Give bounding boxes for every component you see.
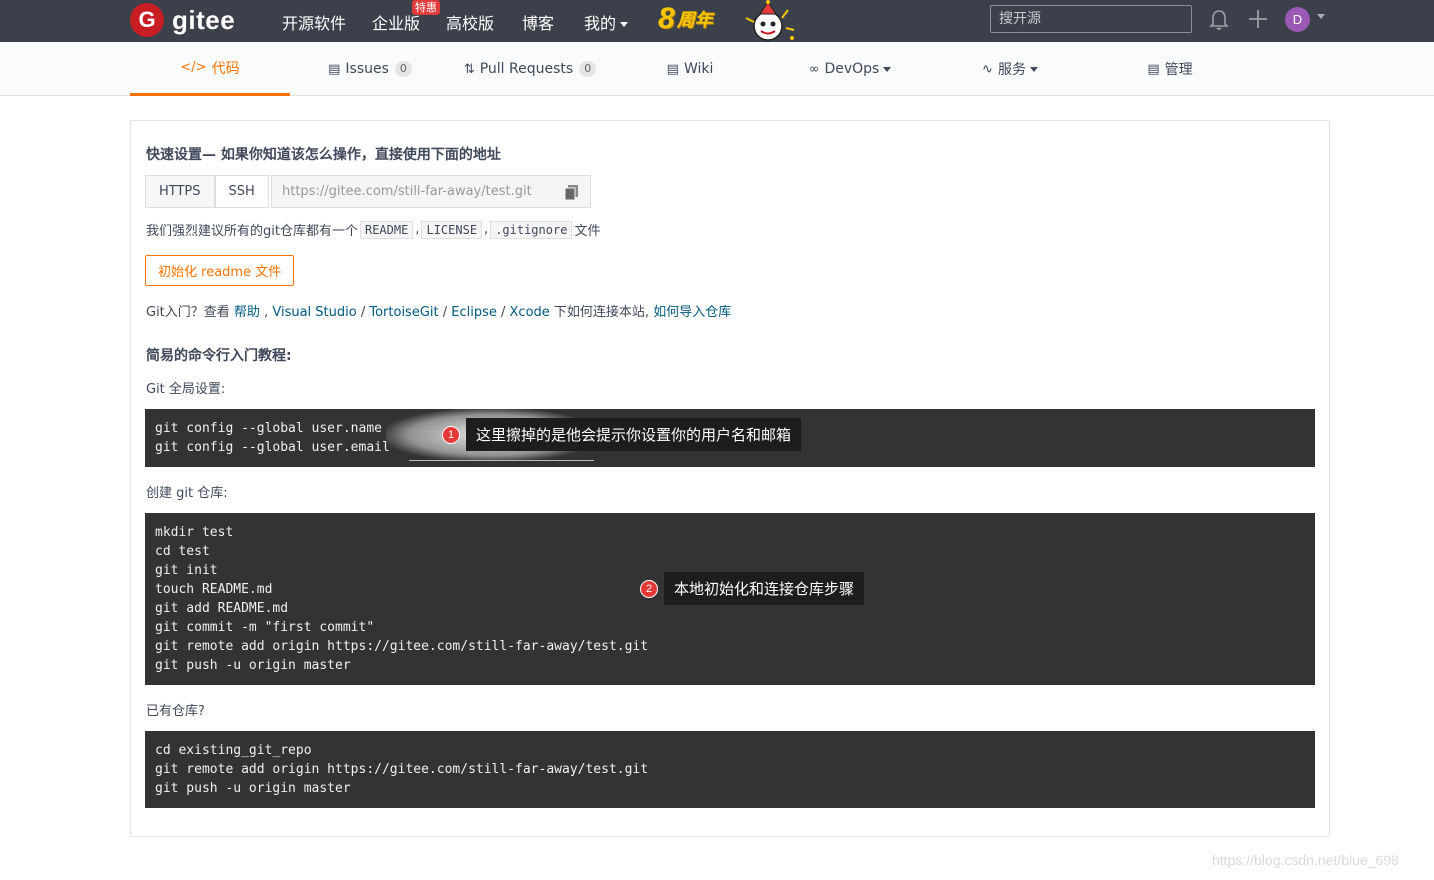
- nav-mine-label: 我的: [584, 14, 617, 33]
- nav-education[interactable]: 高校版: [446, 10, 494, 34]
- nav-open-source[interactable]: 开源软件: [282, 10, 346, 34]
- mascot-icon: [736, 0, 795, 48]
- erased-underline: [409, 460, 594, 461]
- chevron-down-icon: [620, 22, 629, 27]
- tab-code-label: 代码: [211, 60, 240, 77]
- chevron-down-icon: [883, 66, 892, 72]
- intro-mid: 下如何连接本站,: [549, 305, 654, 320]
- anniversary-text: 周年: [676, 10, 713, 31]
- pull-request-icon: ⇅: [463, 61, 475, 77]
- gitee-logo[interactable]: G gitee: [130, 3, 235, 37]
- gitignore-tag: .gitignore: [490, 220, 573, 239]
- repo-tabs: </> 代码 ▤ Issues 0 ⇅ Pull Requests 0 ▤ Wiki ∞ De…: [0, 42, 1434, 96]
- annotation-text: 这里擦掉的是他会提示你设置你的用户名和邮箱: [466, 418, 802, 451]
- top-navbar: G gitee 开源软件 企业版 特惠 高校版 博客 我的 8 周年 D: [0, 0, 1434, 48]
- issues-count: 0: [394, 61, 412, 77]
- ssh-button[interactable]: SSH: [214, 175, 269, 208]
- avatar[interactable]: D: [1285, 7, 1310, 32]
- annotation-number: 2: [640, 579, 658, 598]
- devops-icon: ∞: [808, 61, 820, 77]
- intro-prefix: Git入门？查看: [146, 305, 234, 320]
- tab-devops-label: DevOps: [824, 61, 880, 77]
- https-button[interactable]: HTTPS: [145, 175, 215, 208]
- gitee-logo-text: gitee: [172, 4, 236, 35]
- help-link[interactable]: 帮助: [234, 305, 260, 320]
- issues-icon: ▤: [328, 61, 341, 77]
- license-tag: LICENSE: [421, 220, 483, 239]
- anniversary-banner[interactable]: 8 周年: [658, 4, 713, 34]
- tortoisegit-link[interactable]: TortoiseGit: [369, 305, 438, 320]
- existing-repo-label: 已有仓库?: [146, 704, 205, 719]
- recommend-suffix: 文件: [574, 224, 601, 239]
- eclipse-link[interactable]: Eclipse: [451, 305, 497, 320]
- plus-icon[interactable]: [1247, 8, 1269, 30]
- import-repo-link[interactable]: 如何导入仓库: [653, 305, 731, 320]
- pr-count: 0: [579, 61, 597, 77]
- create-repo-label: 创建 git 仓库:: [146, 486, 228, 501]
- recommend-line: 我们强烈建议所有的git仓库都有一个 README, LICENSE, .git…: [146, 220, 600, 239]
- nav-mine[interactable]: 我的: [584, 10, 629, 34]
- quick-setup-panel: 快速设置— 如果你知道该怎么操作，直接使用下面的地址 HTTPS SSH htt…: [130, 120, 1330, 837]
- service-icon: ∿: [982, 61, 993, 77]
- xcode-link[interactable]: Xcode: [510, 305, 550, 320]
- wiki-icon: ▤: [666, 61, 679, 77]
- manage-icon: ▤: [1147, 61, 1160, 77]
- recommend-sep: ,: [484, 222, 489, 237]
- tab-wiki-label: Wiki: [683, 61, 714, 77]
- tab-devops[interactable]: ∞ DevOps: [770, 42, 930, 96]
- repo-url-text: https://gitee.com/still-far-away/test.gi…: [282, 184, 532, 199]
- nav-blog[interactable]: 博客: [522, 10, 554, 34]
- gitee-logo-mark: G: [130, 3, 164, 37]
- tab-manage-label: 管理: [1164, 62, 1193, 78]
- recommend-prefix: 我们强烈建议所有的git仓库都有一个: [146, 224, 358, 239]
- annotation-2: 2 本地初始化和连接仓库步骤: [640, 572, 865, 605]
- protocol-switch: HTTPS SSH: [145, 175, 269, 208]
- tab-service-label: 服务: [997, 62, 1026, 78]
- chevron-down-icon: [1029, 66, 1038, 72]
- recommend-sep: ,: [415, 222, 420, 237]
- annotation-number: 1: [442, 425, 460, 444]
- code-icon: </>: [180, 60, 207, 75]
- hot-badge: 特惠: [412, 0, 440, 15]
- tab-manage[interactable]: ▤ 管理: [1090, 42, 1250, 96]
- anniversary-number: 8: [658, 2, 675, 35]
- tab-issues-label: Issues: [345, 61, 389, 77]
- annotation-1: 1 这里擦掉的是他会提示你设置你的用户名和邮箱: [442, 418, 802, 451]
- watermark: https://blog.csdn.net/blue_698: [1212, 852, 1399, 868]
- tab-pr-label: Pull Requests: [479, 61, 574, 77]
- tutorial-heading: 简易的命令行入门教程:: [146, 348, 292, 364]
- git-intro-line: Git入门？查看 帮助 , Visual Studio / TortoiseGi…: [146, 305, 732, 320]
- repo-url-field[interactable]: https://gitee.com/still-far-away/test.gi…: [271, 175, 591, 208]
- annotation-text: 本地初始化和连接仓库步骤: [664, 572, 865, 605]
- quick-setup-heading: 快速设置— 如果你知道该怎么操作，直接使用下面的地址: [146, 147, 501, 163]
- init-readme-button[interactable]: 初始化 readme 文件: [145, 255, 295, 286]
- global-setup-label: Git 全局设置:: [146, 382, 226, 397]
- chevron-down-icon[interactable]: [1317, 14, 1325, 19]
- tab-code[interactable]: </> 代码: [130, 42, 290, 96]
- visual-studio-link[interactable]: Visual Studio: [272, 305, 356, 320]
- existing-repo-code: cd existing_git_repo git remote add orig…: [145, 731, 1315, 808]
- readme-tag: README: [359, 220, 414, 239]
- search-input[interactable]: [990, 5, 1192, 33]
- tab-pull-requests[interactable]: ⇅ Pull Requests 0: [450, 42, 610, 96]
- tab-service[interactable]: ∿ 服务: [930, 42, 1090, 96]
- bell-icon[interactable]: [1208, 8, 1230, 32]
- tab-wiki[interactable]: ▤ Wiki: [610, 42, 770, 96]
- tab-issues[interactable]: ▤ Issues 0: [290, 42, 450, 96]
- copy-icon[interactable]: [565, 185, 578, 200]
